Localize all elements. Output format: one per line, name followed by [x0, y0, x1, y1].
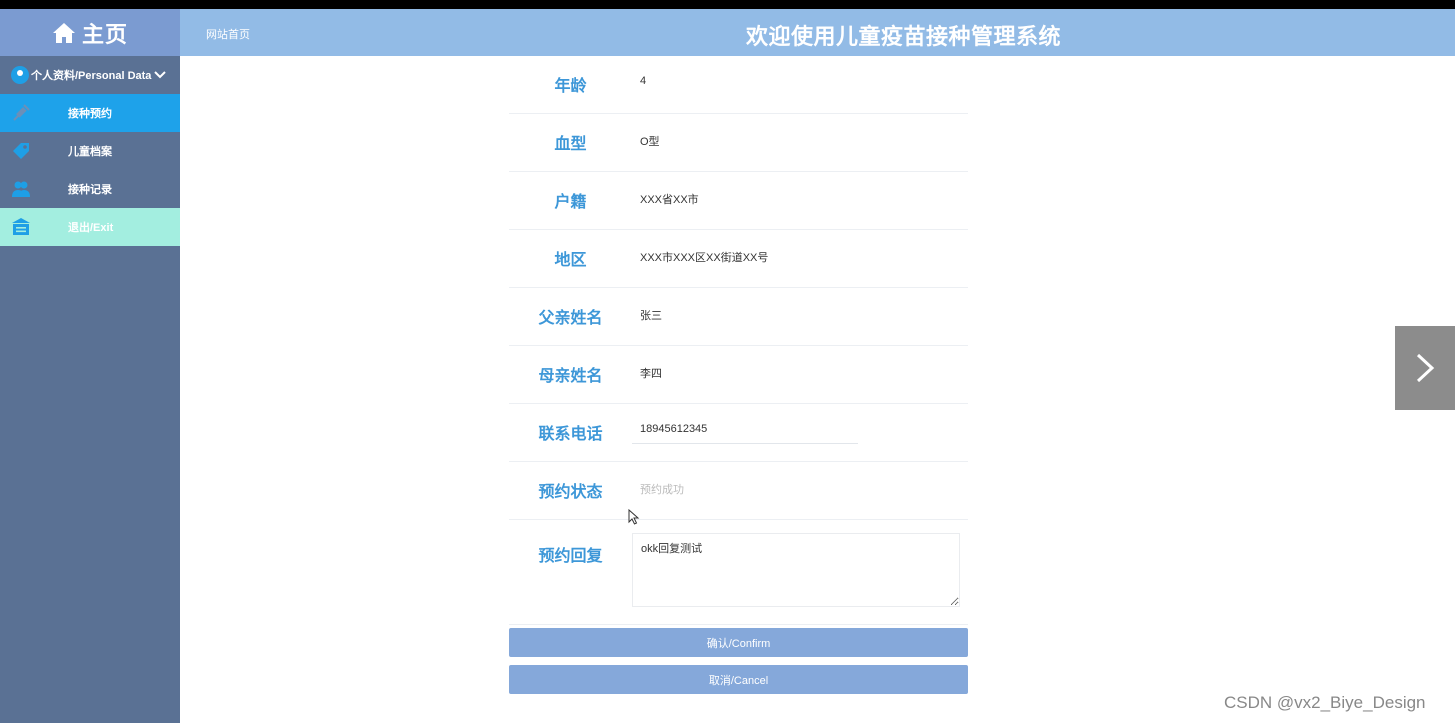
region-label: 地区 [554, 252, 587, 269]
page-title: 欢迎使用儿童疫苗接种管理系统 [746, 24, 1062, 49]
watermark: CSDN @vx2_Biye_Design [1224, 693, 1426, 712]
age-label: 年龄 [554, 78, 587, 95]
breadcrumb-home-link[interactable]: 网站首页 [206, 26, 250, 42]
sidebar-item-label: 接种预约 [68, 108, 112, 120]
status-label: 预约状态 [538, 484, 603, 501]
next-slide-button[interactable] [1395, 326, 1455, 410]
user-avatar-icon [11, 66, 29, 84]
mother-name-label: 母亲姓名 [538, 368, 603, 385]
sidebar-item-vaccination-appointment[interactable]: 接种预约 [0, 94, 180, 132]
sidebar: 主页 个人资料/Personal Data 接种预约 儿童档案 接种记录 退出/… [0, 9, 180, 723]
sidebar-item-vaccination-records[interactable]: 接种记录 [0, 170, 180, 208]
father-name-label: 父亲姓名 [538, 310, 603, 327]
blood-type-label: 血型 [554, 136, 587, 153]
sidebar-item-label: 儿童档案 [68, 146, 112, 158]
sidebar-profile-toggle[interactable]: 个人资料/Personal Data [0, 56, 180, 94]
top-black-bar [0, 0, 1455, 9]
sidebar-item-label: 接种记录 [68, 184, 112, 196]
sidebar-brand-home[interactable]: 主页 [0, 9, 180, 56]
sidebar-item-child-records[interactable]: 儿童档案 [0, 132, 180, 170]
cancel-button[interactable]: 取消/Cancel [509, 665, 968, 694]
sidebar-item-exit[interactable]: 退出/Exit [0, 208, 180, 246]
form-row-household: 户籍 XXX省XX市 [509, 172, 968, 230]
users-icon [12, 181, 30, 197]
status-field: 预约成功 [640, 484, 684, 496]
father-name-field[interactable]: 张三 [640, 307, 662, 323]
header-bar: 网站首页 欢迎使用儿童疫苗接种管理系统 [180, 9, 1455, 56]
confirm-button[interactable]: 确认/Confirm [509, 628, 968, 657]
sidebar-item-label: 退出/Exit [68, 222, 114, 234]
exit-icon [12, 218, 30, 235]
region-field[interactable]: XXX市XXX区XX街道XX号 [640, 249, 768, 265]
mother-name-field[interactable]: 李四 [640, 365, 662, 381]
blood-type-field[interactable]: O型 [640, 133, 660, 149]
household-label: 户籍 [554, 194, 587, 211]
reply-textarea[interactable]: okk回复测试 [632, 533, 960, 607]
form-row-reply: 预约回复 okk回复测试 [509, 520, 968, 625]
form-row-phone: 联系电话 18945612345 [509, 404, 968, 462]
tag-icon [13, 143, 29, 159]
age-field[interactable]: 4 [640, 75, 646, 87]
home-icon [52, 22, 75, 43]
form-row-blood-type: 血型 O型 [509, 114, 968, 172]
form-row-region: 地区 XXX市XXX区XX街道XX号 [509, 230, 968, 288]
sidebar-profile-label: 个人资料/Personal Data [31, 70, 152, 82]
form-row-age: 年龄 4 [509, 56, 968, 114]
chevron-right-icon [1416, 353, 1435, 383]
mouse-cursor-icon [628, 509, 640, 525]
form-row-status: 预约状态 预约成功 [509, 462, 968, 520]
phone-label: 联系电话 [538, 426, 603, 443]
household-field[interactable]: XXX省XX市 [640, 191, 699, 207]
chevron-down-icon [154, 71, 166, 79]
syringe-icon [13, 104, 30, 121]
phone-field[interactable]: 18945612345 [640, 423, 707, 435]
form-row-mother-name: 母亲姓名 李四 [509, 346, 968, 404]
sidebar-brand-label: 主页 [81, 21, 128, 47]
reply-label: 预约回复 [538, 548, 603, 565]
appointment-form: 年龄 4 血型 O型 户籍 XXX省XX市 地区 XXX市XXX区XX街道XX号… [509, 56, 968, 625]
form-row-father-name: 父亲姓名 张三 [509, 288, 968, 346]
